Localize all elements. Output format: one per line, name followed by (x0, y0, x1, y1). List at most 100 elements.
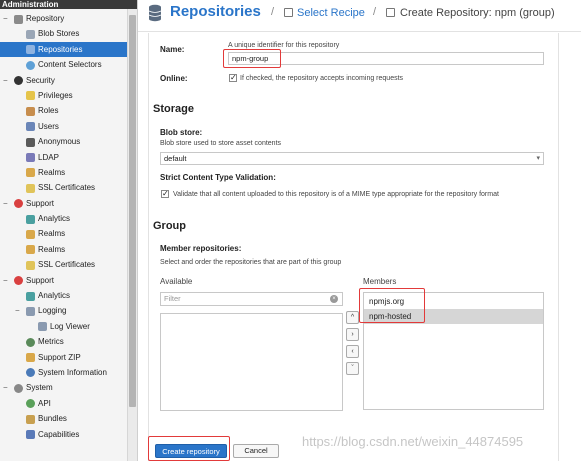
analytics-icon (26, 291, 35, 301)
sidebar-item-repositories[interactable]: Repositories (0, 41, 127, 58)
blob-store-select[interactable]: default ▾ (160, 152, 544, 165)
sidebar-item-logging[interactable]: − Logging (0, 303, 127, 318)
sidebar-item-label: Blob Stores (38, 29, 80, 39)
sidebar-item-blob-stores[interactable]: Blob Stores (0, 26, 127, 41)
sidebar-item-label: System (26, 383, 53, 393)
list-item[interactable]: npmjs.org (364, 294, 543, 309)
move-up-button[interactable]: ^ (346, 311, 359, 324)
create-repository-button[interactable]: Create repository (155, 444, 227, 458)
strict-validation-checkbox[interactable] (161, 189, 169, 198)
select-recipe-icon (284, 8, 293, 17)
repository-icon (14, 14, 23, 24)
support-icon (14, 199, 23, 209)
realms-icon (26, 229, 35, 239)
collapse-toggle-icon[interactable]: − (3, 380, 8, 395)
privileges-icon (26, 91, 35, 101)
sidebar-nav: − Repository Blob Stores Repositories Conten… (0, 11, 127, 442)
sidebar-item-privileges[interactable]: Privileges (0, 88, 127, 103)
system-icon (14, 383, 23, 393)
sidebar-item-anonymous[interactable]: Anonymous (0, 134, 127, 149)
sidebar-item-analytics[interactable]: Analytics (0, 211, 127, 226)
collapse-toggle-icon[interactable]: − (3, 73, 8, 88)
clear-filter-icon[interactable]: × (330, 295, 338, 303)
move-down-button[interactable]: ˇ (346, 362, 359, 375)
name-input[interactable]: npm-group (228, 52, 544, 65)
sidebar-item-log-viewer[interactable]: Log Viewer (0, 319, 127, 334)
sidebar-item-realms[interactable]: Realms (0, 165, 127, 180)
sidebar-item-content-selectors[interactable]: Content Selectors (0, 57, 127, 72)
available-list[interactable] (160, 313, 343, 411)
sidebar-item-label: Repositories (38, 44, 83, 54)
sidebar-item-roles[interactable]: Roles (0, 103, 127, 118)
sidebar-item-analytics[interactable]: Analytics (0, 288, 127, 303)
sidebar-item-label: Privileges (38, 90, 73, 100)
sidebar-item-users[interactable]: Users (0, 119, 127, 134)
create-repository-icon (386, 8, 395, 17)
online-label: Online: (160, 74, 188, 83)
sidebar-item-label: Bundles (38, 414, 67, 424)
sidebar-item-system-information[interactable]: System Information (0, 365, 127, 380)
realms-icon (26, 168, 35, 178)
sidebar-item-label: LDAP (38, 152, 59, 162)
sidebar-item-realms[interactable]: Realms (0, 242, 127, 257)
support-zip-icon (26, 353, 35, 363)
cancel-button[interactable]: Cancel (233, 444, 279, 458)
collapse-toggle-icon[interactable]: − (3, 11, 8, 26)
sidebar-item-system[interactable]: − System (0, 380, 127, 395)
database-icon (148, 4, 162, 22)
sidebar-item-label: Security (26, 75, 55, 85)
security-icon (14, 76, 23, 86)
sidebar-item-label: Capabilities (38, 429, 80, 439)
sidebar-item-api[interactable]: API (0, 396, 127, 411)
realms-icon (26, 245, 35, 255)
support-icon (14, 276, 23, 286)
bundles-icon (26, 414, 35, 424)
sidebar-item-capabilities[interactable]: Capabilities (0, 427, 127, 442)
sidebar-item-label: Support ZIP (38, 352, 81, 362)
sidebar-item-security[interactable]: − Security (0, 73, 127, 88)
blob-store-value: default (164, 154, 187, 163)
remove-member-button[interactable]: ‹ (346, 345, 359, 358)
sidebar-item-label: Roles (38, 106, 59, 116)
chevron-down-icon: ▾ (536, 155, 540, 162)
ssl-certificates-icon (26, 183, 35, 193)
sidebar-item-ldap[interactable]: LDAP (0, 150, 127, 165)
collapse-toggle-icon[interactable]: − (15, 303, 20, 318)
filter-placeholder: Filter (164, 294, 181, 303)
sidebar-item-realms[interactable]: Realms (0, 226, 127, 241)
sidebar-item-ssl-certificates[interactable]: SSL Certificates (0, 257, 127, 272)
metrics-icon (26, 337, 35, 347)
sidebar-scrollbar[interactable] (127, 9, 137, 461)
group-section-title: Group (153, 220, 186, 232)
sidebar-item-support[interactable]: − Support (0, 273, 127, 288)
add-member-button[interactable]: › (346, 328, 359, 341)
logging-icon (26, 306, 35, 316)
sidebar-item-label: Repository (26, 14, 65, 23)
list-item[interactable]: npm-hosted (364, 309, 543, 324)
online-checkbox[interactable] (229, 73, 237, 82)
sidebar-item-bundles[interactable]: Bundles (0, 411, 127, 426)
collapse-toggle-icon[interactable]: − (3, 196, 8, 211)
sidebar-item-support[interactable]: − Support (0, 196, 127, 211)
filter-input[interactable]: Filter × (160, 292, 343, 306)
collapse-toggle-icon[interactable]: − (3, 273, 8, 288)
breadcrumb-select-recipe[interactable]: Select Recipe (297, 7, 365, 19)
members-list[interactable]: npmjs.org npm-hosted (363, 292, 544, 410)
repositories-icon (26, 45, 35, 55)
users-icon (26, 122, 35, 132)
repository-form: Name: A unique identifier for this repos… (148, 33, 559, 461)
sidebar-item-label: Support (26, 275, 55, 285)
log-viewer-icon (38, 322, 47, 332)
sidebar-item-repository[interactable]: − Repository (0, 11, 127, 26)
sidebar-item-label: SSL Certificates (38, 260, 96, 270)
sidebar-item-label: Log Viewer (50, 321, 90, 331)
sidebar-item-ssl-certificates[interactable]: SSL Certificates (0, 180, 127, 195)
blob-store-hint: Blob store used to store asset contents (160, 140, 282, 147)
capabilities-icon (26, 430, 35, 440)
sidebar-item-support-zip[interactable]: Support ZIP (0, 350, 127, 365)
blob-store-label: Blob store: (160, 128, 203, 137)
sidebar-scroll-thumb[interactable] (129, 15, 136, 407)
sidebar-header: Administration (0, 0, 137, 9)
available-label: Available (160, 277, 193, 286)
sidebar-item-metrics[interactable]: Metrics (0, 334, 127, 349)
